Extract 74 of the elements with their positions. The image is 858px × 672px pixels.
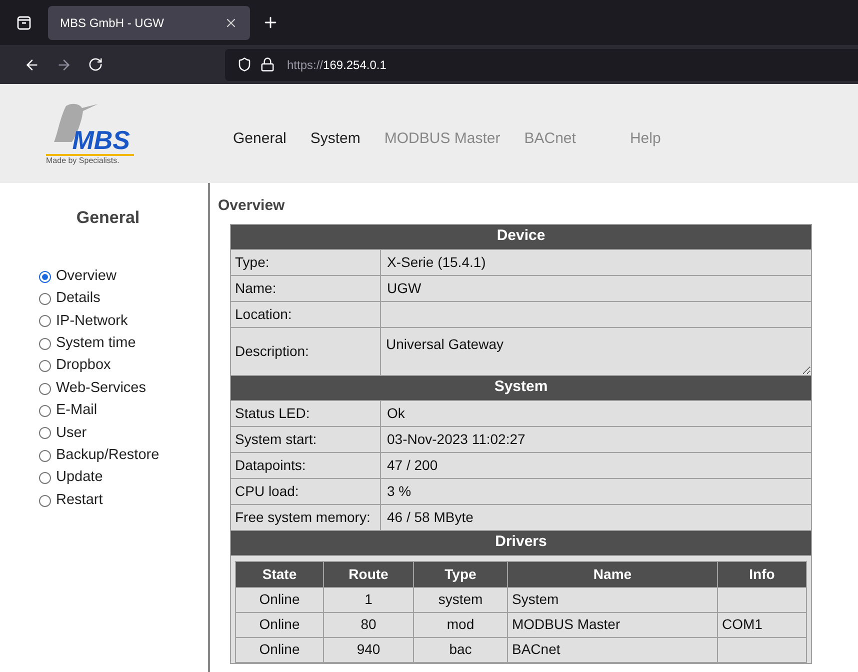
- field-label: CPU load:: [230, 478, 380, 504]
- table-cell: mod: [414, 612, 508, 637]
- field-value: X-Serie (15.4.1): [380, 249, 812, 275]
- sidebar-option[interactable]: Overview: [39, 266, 208, 288]
- table-cell: Online: [236, 587, 324, 612]
- table-cell: bac: [414, 637, 508, 662]
- sidebar-option[interactable]: System time: [39, 332, 208, 356]
- new-tab-icon[interactable]: [262, 14, 279, 31]
- browser-tab[interactable]: MBS GmbH - UGW: [48, 6, 250, 40]
- description-field[interactable]: Universal Gateway: [381, 328, 811, 374]
- field-label: Status LED:: [230, 400, 380, 426]
- sidebar-title: General: [75, 207, 141, 229]
- column-header: Info: [718, 561, 806, 587]
- column-header: Route: [324, 561, 414, 587]
- table-cell: Online: [236, 612, 324, 637]
- section-heading: Device: [230, 224, 812, 249]
- table-cell: 1: [324, 587, 414, 612]
- field-value: Ok: [380, 400, 812, 426]
- address-bar[interactable]: https://169.254.0.1: [225, 48, 858, 80]
- radio-button[interactable]: [39, 494, 51, 507]
- field-value: UGW: [380, 275, 812, 301]
- radio-button[interactable]: [39, 315, 51, 328]
- field-value: 3 %: [380, 478, 812, 504]
- nav-link[interactable]: General: [232, 128, 288, 151]
- section-heading: System: [230, 375, 812, 400]
- sidebar-option[interactable]: Web-Services: [39, 377, 208, 400]
- field-label: Description:: [230, 327, 380, 375]
- tab-list-icon[interactable]: [16, 14, 32, 30]
- radio-button[interactable]: [39, 360, 51, 372]
- radio-button[interactable]: [39, 427, 51, 440]
- shield-icon[interactable]: [237, 57, 252, 72]
- forward-icon[interactable]: [56, 56, 72, 72]
- table-cell: COM1: [718, 612, 806, 637]
- table-cell: system: [414, 587, 508, 612]
- field-label: Type:: [230, 249, 380, 275]
- column-header: Name: [508, 561, 718, 587]
- sidebar-option[interactable]: Restart: [39, 489, 208, 512]
- sidebar-option[interactable]: Backup/Restore: [39, 444, 208, 468]
- company-logo: MBS Made by Specialists.: [46, 102, 134, 166]
- sidebar-option[interactable]: User: [39, 422, 208, 445]
- field-value: 47 / 200: [380, 452, 812, 478]
- field-label: Free system memory:: [230, 504, 380, 530]
- radio-button[interactable]: [39, 405, 51, 418]
- field-label: Name:: [230, 275, 380, 301]
- sidebar-option[interactable]: IP-Network: [39, 310, 208, 333]
- table-cell: BACnet: [508, 637, 718, 662]
- table-cell: System: [508, 587, 718, 612]
- sidebar-option[interactable]: Update: [39, 467, 208, 490]
- table-cell: MODBUS Master: [508, 612, 718, 637]
- sidebar-option[interactable]: Details: [39, 288, 208, 310]
- nav-link[interactable]: System: [309, 128, 362, 151]
- table-cell: 940: [324, 637, 414, 662]
- radio-button[interactable]: [39, 382, 51, 395]
- reload-icon[interactable]: [88, 57, 103, 72]
- radio-button[interactable]: [39, 293, 51, 306]
- field-label: Datapoints:: [230, 452, 380, 478]
- back-icon[interactable]: [24, 56, 40, 72]
- section-heading: Drivers: [230, 530, 812, 555]
- radio-button[interactable]: [39, 338, 51, 350]
- table-cell: 80: [324, 612, 414, 637]
- page-title: Overview: [218, 196, 286, 216]
- field-value: 03-Nov-2023 11:02:27: [380, 426, 812, 452]
- radio-button[interactable]: [39, 270, 51, 283]
- sidebar-option[interactable]: E-Mail: [39, 400, 208, 422]
- lock-warning-icon[interactable]: [260, 57, 275, 72]
- table-cell: Online: [236, 637, 324, 662]
- field-label: System start:: [230, 426, 380, 452]
- column-header: Type: [414, 561, 508, 587]
- column-header: State: [236, 561, 324, 587]
- field-label: Location:: [230, 301, 380, 327]
- radio-button[interactable]: [39, 450, 51, 462]
- radio-button[interactable]: [39, 472, 51, 484]
- field-value: 46 / 58 MByte: [380, 504, 812, 530]
- sidebar-option[interactable]: Dropbox: [39, 355, 208, 378]
